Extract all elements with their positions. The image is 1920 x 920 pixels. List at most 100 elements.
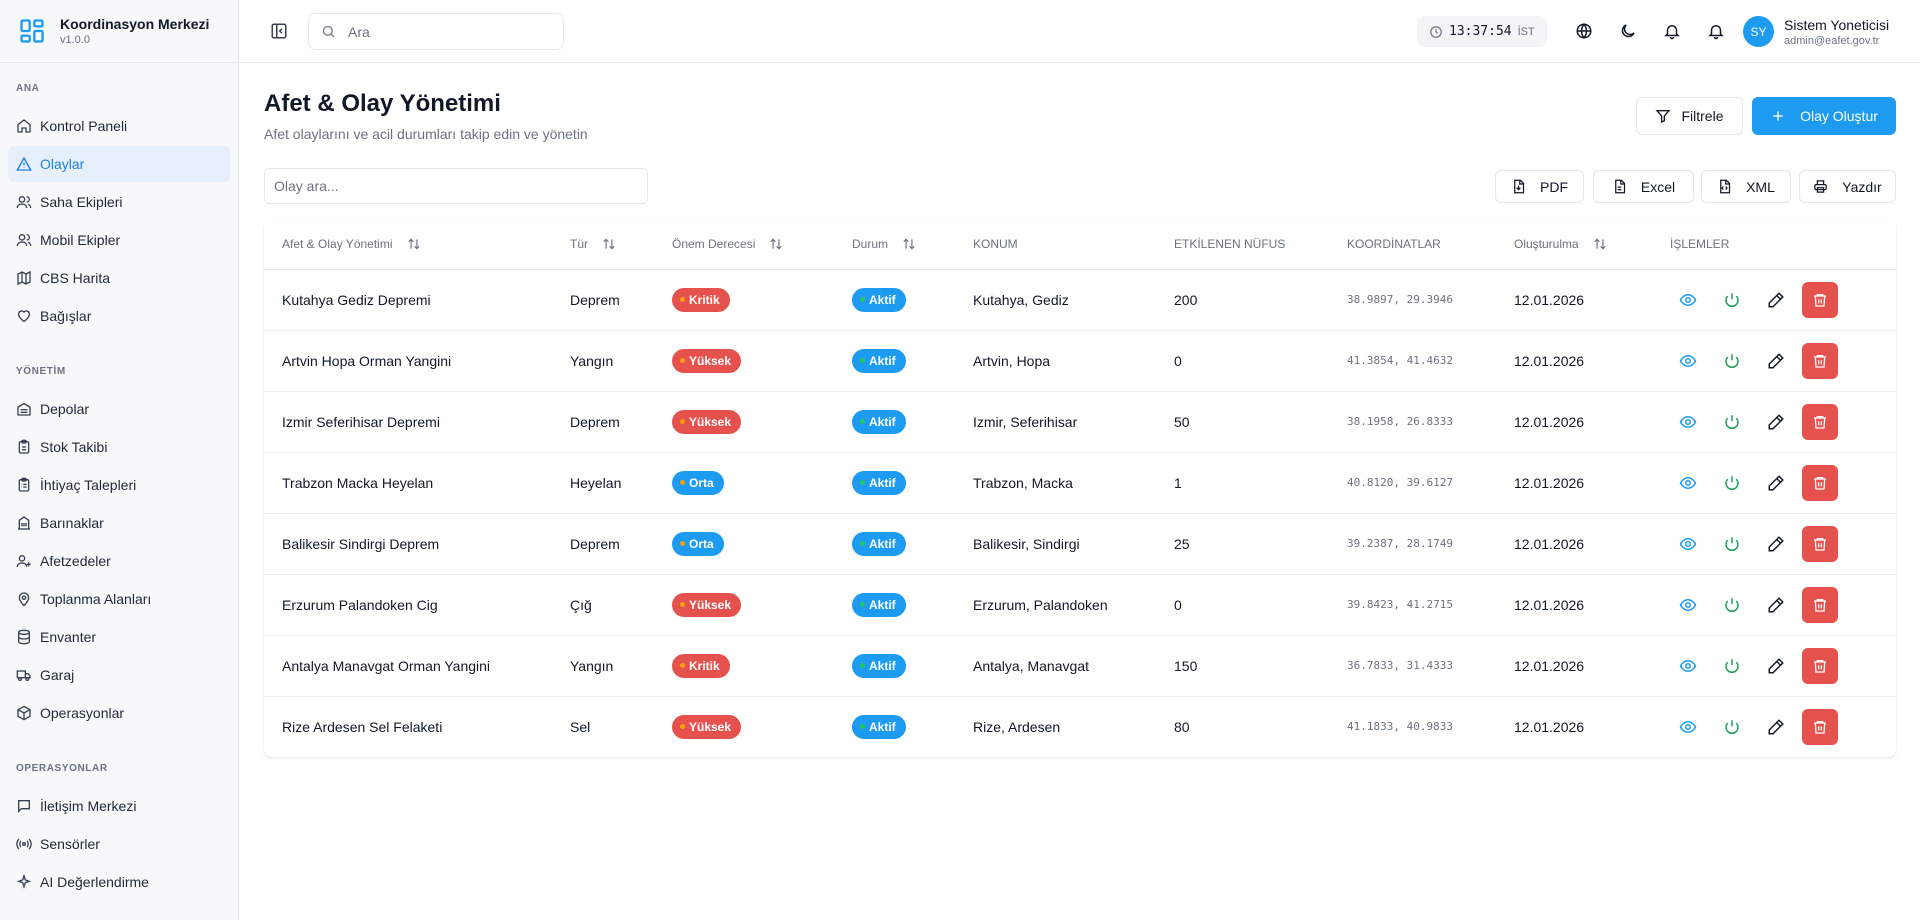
file-spreadsheet-icon (1612, 179, 1627, 194)
delete-button[interactable] (1802, 708, 1838, 745)
sidebar-item-garaj[interactable]: Garaj (8, 657, 230, 693)
export-xml-button[interactable]: XML (1701, 170, 1791, 203)
incident-name[interactable]: Trabzon Macka Heyelan (264, 452, 570, 514)
sidebar-item-label: Barınaklar (40, 515, 104, 531)
export-excel-button[interactable]: Excel (1593, 170, 1694, 203)
delete-button[interactable] (1802, 647, 1838, 684)
table-row[interactable]: Trabzon Macka Heyelan Heyelan Orta Aktif Tra… (264, 452, 1896, 514)
created-date: 12.01.2026 (1514, 391, 1670, 453)
print-button[interactable]: Yazdır (1799, 170, 1896, 203)
delete-button[interactable] (1802, 281, 1838, 318)
incident-name[interactable]: Antalya Manavgat Orman Yangini (264, 635, 570, 697)
power-icon[interactable] (1723, 352, 1741, 370)
sidebar-item-kontrol-paneli[interactable]: Kontrol Paneli (8, 108, 230, 144)
view-icon[interactable] (1679, 596, 1697, 614)
column-header-status[interactable]: Durum (852, 220, 973, 270)
incident-name[interactable]: Artvin Hopa Orman Yangini (264, 330, 570, 392)
global-search[interactable] (308, 13, 564, 50)
status-label: Aktif (869, 719, 896, 734)
power-icon[interactable] (1723, 413, 1741, 431)
sort-icon[interactable] (407, 237, 421, 251)
power-icon[interactable] (1723, 291, 1741, 309)
incident-name[interactable]: Erzurum Palandoken Cig (264, 574, 570, 636)
view-icon[interactable] (1679, 291, 1697, 309)
incident-name[interactable]: Rize Ardesen Sel Felaketi (264, 696, 570, 757)
sidebar-item-ihtiyac-talepleri[interactable]: İhtiyaç Talepleri (8, 467, 230, 503)
sort-icon[interactable] (769, 237, 783, 251)
sidebar-item-stok-takibi[interactable]: Stok Takibi (8, 429, 230, 465)
incident-name[interactable]: Kutahya Gediz Depremi (264, 269, 570, 331)
view-icon[interactable] (1679, 352, 1697, 370)
delete-button[interactable] (1802, 586, 1838, 623)
delete-button[interactable] (1802, 403, 1838, 440)
sidebar-item-cbs-harita[interactable]: CBS Harita (8, 260, 230, 296)
sidebar-item-toplanma-alanlari[interactable]: Toplanma Alanları (8, 581, 230, 617)
view-icon[interactable] (1679, 535, 1697, 553)
edit-icon[interactable] (1767, 291, 1785, 309)
edit-icon[interactable] (1767, 352, 1785, 370)
power-icon[interactable] (1723, 535, 1741, 553)
search-input[interactable] (348, 23, 548, 40)
edit-icon[interactable] (1767, 535, 1785, 553)
sort-icon[interactable] (902, 237, 916, 251)
edit-icon[interactable] (1767, 657, 1785, 675)
view-icon[interactable] (1679, 657, 1697, 675)
sort-icon[interactable] (602, 237, 616, 251)
sidebar-item-bagislar[interactable]: Bağışlar (8, 298, 230, 334)
incident-name[interactable]: Izmir Seferihisar Depremi (264, 391, 570, 453)
notifications-bell-icon[interactable] (1707, 22, 1725, 40)
table-row[interactable]: Artvin Hopa Orman Yangini Yangın Yüksek Akt… (264, 330, 1896, 392)
bell-icon[interactable] (1663, 22, 1681, 40)
create-incident-button[interactable]: Olay Oluştur (1752, 97, 1896, 135)
table-row[interactable]: Balikesir Sindirgi Deprem Deprem Orta Aktif… (264, 513, 1896, 575)
sidebar-item-operasyonlar[interactable]: Operasyonlar (8, 695, 230, 731)
sidebar-item-barinaklar[interactable]: Barınaklar (8, 505, 230, 541)
incident-search[interactable] (264, 168, 648, 204)
table-row[interactable]: Erzurum Palandoken Cig Çığ Yüksek Aktif Erzu… (264, 574, 1896, 636)
delete-button[interactable] (1802, 525, 1838, 562)
sidebar-item-saha-ekipleri[interactable]: Saha Ekipleri (8, 184, 230, 220)
column-header-type[interactable]: Tür (570, 220, 672, 270)
column-header-name[interactable]: Afet & Olay Yönetimi (264, 220, 570, 270)
column-header-severity[interactable]: Önem Derecesi (672, 220, 852, 270)
delete-button[interactable] (1802, 342, 1838, 379)
user-menu[interactable]: SY Sistem Yoneticisi admin@eafet.gov.tr (1743, 16, 1889, 47)
power-icon[interactable] (1723, 474, 1741, 492)
sidebar-item-sensorler[interactable]: Sensörler (8, 826, 230, 862)
column-header-created[interactable]: Oluşturulma (1514, 220, 1670, 270)
view-icon[interactable] (1679, 718, 1697, 736)
view-icon[interactable] (1679, 474, 1697, 492)
table-row[interactable]: Kutahya Gediz Depremi Deprem Kritik Aktif Ku… (264, 269, 1896, 331)
export-pdf-button[interactable]: PDF (1495, 170, 1584, 203)
status-cell: Aktif (852, 513, 973, 575)
filter-button[interactable]: Filtrele (1636, 97, 1743, 135)
power-icon[interactable] (1723, 718, 1741, 736)
delete-button[interactable] (1802, 464, 1838, 501)
incident-name[interactable]: Balikesir Sindirgi Deprem (264, 513, 570, 575)
power-icon[interactable] (1723, 657, 1741, 675)
power-icon[interactable] (1723, 596, 1741, 614)
incident-search-input[interactable] (274, 178, 634, 194)
sidebar-item-mobil-ekipler[interactable]: Mobil Ekipler (8, 222, 230, 258)
sidebar-item-label: Mobil Ekipler (40, 232, 121, 248)
sidebar-item-depolar[interactable]: Depolar (8, 391, 230, 427)
edit-icon[interactable] (1767, 413, 1785, 431)
sidebar-item-afetzedeler[interactable]: Afetzedeler (8, 543, 230, 579)
edit-icon[interactable] (1767, 596, 1785, 614)
moon-icon[interactable] (1619, 22, 1637, 40)
globe-icon[interactable] (1575, 22, 1593, 40)
sidebar-item-iletisim-merkezi[interactable]: İletişim Merkezi (8, 788, 230, 824)
sort-icon[interactable] (1593, 237, 1607, 251)
brand[interactable]: Koordinasyon Merkezi v1.0.0 (0, 0, 238, 63)
table-row[interactable]: Rize Ardesen Sel Felaketi Sel Yüksek Aktif R… (264, 696, 1896, 757)
edit-icon[interactable] (1767, 474, 1785, 492)
sidebar-item-label: Afetzedeler (40, 553, 111, 569)
sidebar-item-olaylar[interactable]: Olaylar (8, 146, 230, 182)
table-row[interactable]: Izmir Seferihisar Depremi Deprem Yüksek Akt… (264, 391, 1896, 453)
panel-toggle-icon[interactable] (270, 22, 288, 40)
table-row[interactable]: Antalya Manavgat Orman Yangini Yangın Krit… (264, 635, 1896, 697)
sidebar-item-ai-degerlendirme[interactable]: AI Değerlendirme (8, 864, 230, 900)
view-icon[interactable] (1679, 413, 1697, 431)
sidebar-item-envanter[interactable]: Envanter (8, 619, 230, 655)
edit-icon[interactable] (1767, 718, 1785, 736)
